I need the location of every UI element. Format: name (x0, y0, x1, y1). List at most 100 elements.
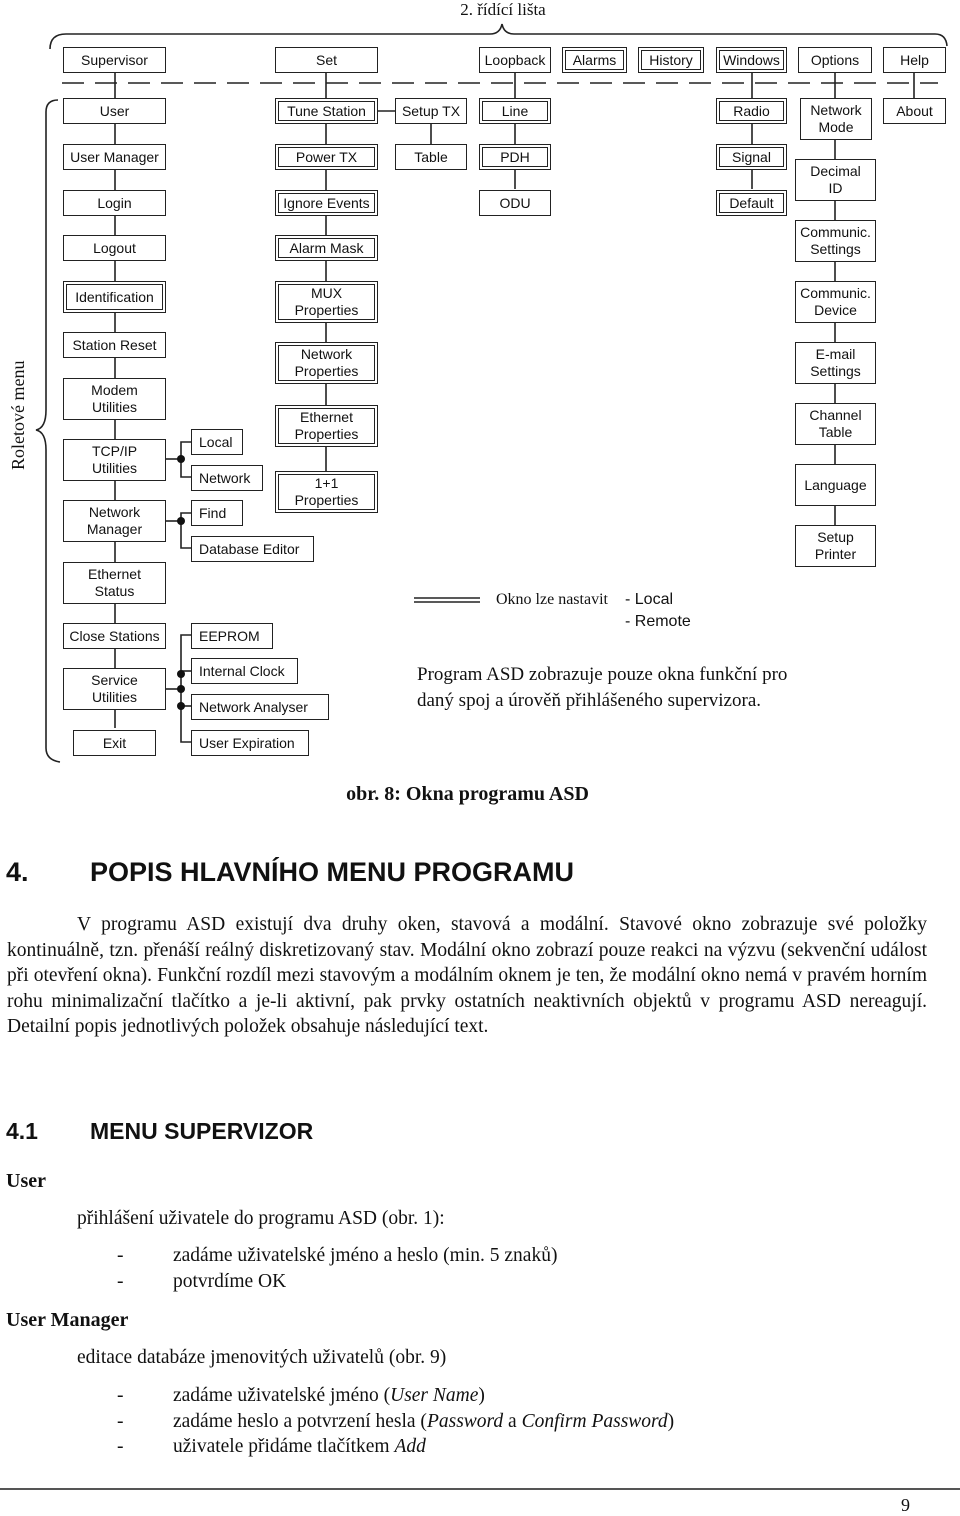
menu-item-communic-device[interactable]: Communic. Device (795, 281, 876, 323)
text: ) (478, 1385, 485, 1406)
menu-item-table[interactable]: Table (395, 144, 467, 170)
toolbar-supervisor[interactable]: Supervisor (63, 47, 166, 73)
junction-dot (177, 517, 185, 525)
menu-item-login[interactable]: Login (63, 190, 166, 216)
button-name-add: Add (394, 1436, 426, 1457)
menu-item-network-mode[interactable]: Network Mode (800, 98, 872, 140)
text: a (503, 1411, 522, 1432)
bullet-dash: - (117, 1271, 124, 1292)
menu-item-about[interactable]: About (883, 98, 946, 124)
menu-item-service-utilities[interactable]: Service Utilities (63, 668, 166, 710)
menu-item-user[interactable]: User (63, 98, 166, 124)
submenu-network-analyser[interactable]: Network Analyser (191, 694, 329, 720)
menu-item-line[interactable]: Line (479, 98, 551, 124)
menu-brace (35, 99, 61, 763)
section-4-number: 4. (6, 857, 29, 887)
legend-option-local: - Local (625, 591, 674, 608)
toolbar-alarms[interactable]: Alarms (562, 47, 627, 73)
toolbar-brace (49, 23, 948, 50)
submenu-user-expiration[interactable]: User Expiration (191, 730, 309, 756)
menu-item-station-reset[interactable]: Station Reset (63, 332, 166, 358)
menu-item-communic-settings[interactable]: Communic. Settings (795, 220, 876, 262)
field-name-password: Password (426, 1411, 504, 1432)
menu-item-language[interactable]: Language (795, 464, 876, 506)
menu-item-signal[interactable]: Signal (716, 144, 787, 170)
user-intro: přihlášení uživatele do programu ASD (ob… (77, 1208, 445, 1229)
menu-item-alarm-mask[interactable]: Alarm Mask (275, 235, 378, 261)
bullet-dash: - (117, 1411, 124, 1432)
junction-dot (177, 702, 185, 710)
user-manager-bullet-2: zadáme heslo a potvrzení hesla (Password… (173, 1411, 674, 1433)
menu-item-network-manager[interactable]: Network Manager (63, 500, 166, 542)
submenu-database-editor[interactable]: Database Editor (191, 536, 314, 562)
junction-dot (177, 455, 185, 463)
menu-item-setup-printer[interactable]: Setup Printer (795, 525, 876, 567)
text: zadáme uživatelské jméno ( (173, 1385, 391, 1406)
submenu-eeprom[interactable]: EEPROM (191, 623, 273, 649)
subheading-user-manager: User Manager (6, 1309, 129, 1331)
menu-item-close-stations[interactable]: Close Stations (63, 623, 166, 649)
menu-item-network-properties[interactable]: Network Properties (275, 342, 378, 384)
menu-item-1plus1-properties[interactable]: 1+1 Properties (275, 471, 378, 513)
menu-item-email-settings[interactable]: E-mail Settings (795, 342, 876, 384)
toolbar-set[interactable]: Set (275, 47, 378, 73)
bullet-dash: - (117, 1436, 124, 1457)
toolbar-help[interactable]: Help (883, 47, 946, 73)
menu-item-tcpip-utilities[interactable]: TCP/IP Utilities (63, 439, 166, 481)
diagram-note-line-2: daný spoj a úrověň přihlášeného superviz… (417, 690, 762, 711)
user-bullet-2: potvrdíme OK (173, 1271, 287, 1292)
menu-item-decimal-id[interactable]: Decimal ID (795, 159, 876, 201)
subheading-user: User (6, 1170, 46, 1192)
section-4-1-title: MENU SUPERVIZOR (90, 1118, 314, 1144)
dropdown-menu-label: Roletové menu (8, 360, 28, 470)
submenu-network[interactable]: Network (191, 465, 263, 491)
menu-item-pdh[interactable]: PDH (479, 144, 551, 170)
menu-item-radio[interactable]: Radio (716, 98, 787, 124)
toolbar-loopback[interactable]: Loopback (479, 47, 551, 73)
menu-item-logout[interactable]: Logout (63, 235, 166, 261)
user-manager-intro: editace databáze jmenovitých uživatelů (… (77, 1347, 447, 1368)
junction-dot (177, 670, 185, 678)
text: ) (667, 1411, 675, 1432)
toolbar-windows[interactable]: Windows (716, 47, 787, 73)
junction-dot (177, 685, 185, 693)
text: zadáme heslo a potvrzení hesla ( (173, 1411, 427, 1432)
menu-item-modem-utilities[interactable]: Modem Utilities (63, 378, 166, 420)
document-page: 2. řídící lišta Roletové menu Supervisor… (0, 0, 960, 1515)
menu-item-exit[interactable]: Exit (73, 730, 156, 756)
menu-item-channel-table[interactable]: Channel Table (795, 403, 876, 445)
bullet-dash: - (117, 1245, 124, 1266)
toolbar-history[interactable]: History (638, 47, 704, 73)
menu-item-identification[interactable]: Identification (63, 281, 166, 313)
section-4-title: POPIS HLAVNÍHO MENU PROGRAMU (90, 857, 575, 887)
diagram-note-line-1: Program ASD zobrazuje pouze okna funkční… (417, 664, 788, 685)
footer-rule (0, 1488, 960, 1490)
legend-text: Okno lze nastavit (496, 591, 608, 608)
menu-item-default[interactable]: Default (716, 190, 787, 216)
submenu-find[interactable]: Find (191, 500, 243, 526)
user-manager-bullet-1: zadáme uživatelské jméno (User Name) (173, 1385, 485, 1407)
text: uživatele přidáme tlačítkem (173, 1436, 395, 1457)
user-bullet-1: zadáme uživatelské jméno a heslo (min. 5… (173, 1245, 558, 1266)
submenu-local[interactable]: Local (191, 429, 243, 455)
menu-item-tune-station[interactable]: Tune Station (275, 98, 378, 124)
menu-item-ignore-events[interactable]: Ignore Events (275, 190, 378, 216)
page-number: 9 (901, 1495, 910, 1515)
menu-item-mux-properties[interactable]: MUX Properties (275, 281, 378, 323)
menu-item-setup-tx[interactable]: Setup TX (395, 98, 467, 124)
field-name-confirm-password: Confirm Password (521, 1411, 668, 1432)
toolbar-options[interactable]: Options (798, 47, 872, 73)
menu-item-odu[interactable]: ODU (479, 190, 551, 216)
figure-caption: obr. 8: Okna programu ASD (346, 783, 589, 805)
section-4-paragraph: V programu ASD existují dva druhy oken, … (7, 914, 927, 1037)
submenu-internal-clock[interactable]: Internal Clock (191, 658, 298, 684)
legend-option-remote: - Remote (625, 613, 691, 630)
menu-item-user-manager[interactable]: User Manager (63, 144, 166, 170)
bullet-dash: - (117, 1385, 124, 1406)
menu-item-ethernet-properties[interactable]: Ethernet Properties (275, 405, 378, 447)
field-name-user-name: User Name (390, 1385, 479, 1406)
user-manager-bullet-3: uživatele přidáme tlačítkem Add (173, 1436, 426, 1458)
menu-item-ethernet-status[interactable]: Ethernet Status (63, 562, 166, 604)
menu-item-power-tx[interactable]: Power TX (275, 144, 378, 170)
section-4-1-number: 4.1 (6, 1118, 38, 1144)
